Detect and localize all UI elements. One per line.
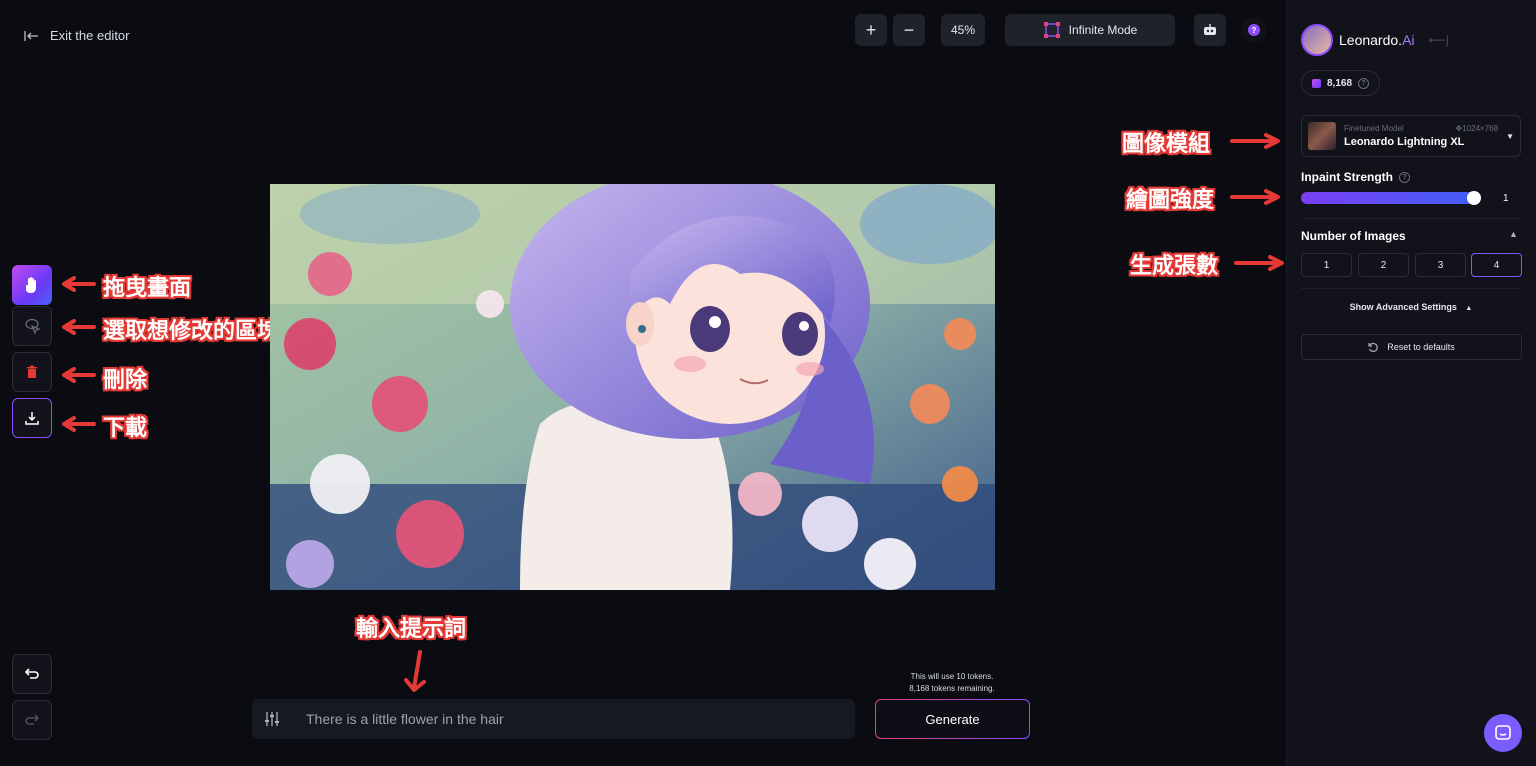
plus-icon: +	[865, 19, 877, 40]
credits-count: 8,168	[1327, 77, 1353, 89]
download-icon	[25, 412, 39, 425]
annotation-arrow-pan	[62, 276, 96, 292]
settings-panel: Leonardo.Ai ⟵| 8,168 ? Finetuned Model ✥…	[1286, 0, 1536, 766]
num-images-option-2[interactable]: 2	[1358, 253, 1409, 277]
model-type-label: Finetuned Model	[1344, 124, 1404, 133]
delete-button[interactable]	[12, 352, 52, 392]
info-icon: ?	[1399, 171, 1410, 183]
avatar[interactable]	[1301, 24, 1333, 56]
annotation-download: 下載	[103, 416, 148, 441]
lasso-select-icon	[25, 318, 41, 335]
model-thumbnail	[1308, 122, 1336, 150]
model-selector[interactable]: Finetuned Model ✥1024×768 Leonardo Light…	[1301, 115, 1521, 157]
caret-up-icon: ▲	[1465, 305, 1473, 312]
reset-icon	[1368, 342, 1378, 352]
minus-icon: −	[903, 19, 915, 40]
collapse-panel-icon[interactable]: ⟵|	[1429, 33, 1449, 47]
editor-page: Exit the editor + − 45% Infinite Mode ?	[0, 0, 1536, 766]
annotation-delete: 刪除	[103, 368, 148, 393]
frame-icon	[1043, 22, 1060, 38]
annotation-arrow-select	[62, 319, 96, 335]
chat-icon	[1495, 725, 1511, 740]
brand-header: Leonardo.Ai ⟵|	[1301, 24, 1449, 56]
token-usage-text: This will use 10 tokens.	[910, 672, 994, 681]
annotation-model: 圖像模組	[1122, 132, 1211, 157]
zoom-level-display[interactable]: 45%	[941, 14, 985, 46]
annotation-strength: 繪圖強度	[1126, 188, 1215, 213]
prompt-input[interactable]	[292, 711, 855, 727]
credits-badge[interactable]: 8,168 ?	[1301, 70, 1381, 96]
brand-name-suffix: Ai	[1402, 32, 1415, 48]
exit-editor-button[interactable]: Exit the editor	[24, 28, 130, 43]
dropdown-caret-icon: ▼	[1506, 131, 1514, 141]
download-button[interactable]	[12, 398, 52, 438]
inpaint-strength-label: Inpaint Strength	[1301, 170, 1393, 184]
redo-button[interactable]	[12, 700, 52, 740]
num-images-option-3[interactable]: 3	[1415, 253, 1466, 277]
model-resolution-value: 1024×768	[1462, 124, 1499, 133]
slider-knob[interactable]	[1467, 191, 1481, 205]
annotation-arrow-delete	[62, 367, 96, 383]
chat-support-button[interactable]	[1484, 714, 1522, 752]
exit-arrow-icon	[24, 30, 38, 41]
prompt-settings-button[interactable]	[252, 699, 292, 739]
annotation-arrow-download	[62, 416, 96, 432]
annotation-pan: 拖曳畫面	[103, 276, 192, 301]
generate-button[interactable]: Generate	[875, 699, 1030, 739]
canvas-image[interactable]	[270, 184, 995, 590]
show-advanced-settings-button[interactable]: Show Advanced Settings ▲	[1301, 302, 1521, 312]
annotation-arrow-model	[1230, 133, 1280, 149]
annotation-arrow-prompt	[404, 650, 426, 692]
token-info: This will use 10 tokens. 8,168 tokens re…	[875, 671, 1029, 695]
model-name: Leonardo Lightning XL	[1344, 136, 1465, 148]
brand-name: Leonardo.	[1339, 32, 1403, 48]
undo-icon	[24, 668, 39, 679]
token-remaining-text: 8,168 tokens remaining.	[909, 684, 995, 693]
model-text: Finetuned Model ✥1024×768 Leonardo Light…	[1344, 124, 1498, 148]
num-images-option-4[interactable]: 4	[1471, 253, 1522, 277]
pan-tool-button[interactable]	[12, 265, 52, 305]
inpaint-strength-slider[interactable]	[1301, 191, 1481, 205]
divider	[1301, 218, 1521, 219]
chevron-up-icon[interactable]: ▲	[1509, 229, 1518, 239]
undo-button[interactable]	[12, 654, 52, 694]
infinite-mode-button[interactable]: Infinite Mode	[1005, 14, 1175, 46]
select-area-tool-button[interactable]	[12, 306, 52, 346]
model-resolution: ✥1024×768	[1455, 124, 1499, 133]
inpaint-strength-value: 1	[1503, 193, 1509, 204]
inpaint-strength-heading: Inpaint Strength ?	[1301, 170, 1410, 184]
zoom-out-button[interactable]: −	[893, 14, 925, 46]
brand-logo: Leonardo.Ai	[1339, 32, 1415, 48]
advanced-settings-label: Show Advanced Settings	[1349, 302, 1457, 312]
anime-girl-illustration	[270, 184, 995, 590]
help-icon: ?	[1248, 24, 1260, 36]
help-button[interactable]: ?	[1241, 17, 1267, 43]
number-of-images-label: Number of Images	[1301, 229, 1406, 243]
annotation-arrow-count	[1234, 255, 1284, 271]
hand-icon	[25, 277, 36, 293]
annotation-select: 選取想修改的區塊	[103, 319, 280, 344]
annotation-prompt: 輸入提示詞	[356, 617, 467, 642]
annotation-arrow-strength	[1230, 189, 1280, 205]
robot-icon	[1204, 24, 1216, 35]
redo-icon	[25, 714, 40, 725]
infinite-mode-label: Infinite Mode	[1068, 23, 1138, 37]
reset-defaults-button[interactable]: Reset to defaults	[1301, 334, 1522, 360]
num-images-option-1[interactable]: 1	[1301, 253, 1352, 277]
trash-icon	[27, 365, 37, 378]
reset-label: Reset to defaults	[1387, 342, 1455, 352]
token-coin-icon	[1312, 78, 1321, 88]
zoom-in-button[interactable]: +	[855, 14, 887, 46]
model-meta: Finetuned Model ✥1024×768	[1344, 124, 1498, 133]
robot-button[interactable]	[1194, 14, 1226, 46]
prompt-bar	[252, 699, 855, 739]
annotation-count: 生成張數	[1130, 254, 1219, 279]
info-icon: ?	[1358, 77, 1370, 89]
exit-editor-label: Exit the editor	[50, 28, 130, 43]
sliders-icon	[265, 712, 279, 726]
divider	[1301, 288, 1521, 289]
